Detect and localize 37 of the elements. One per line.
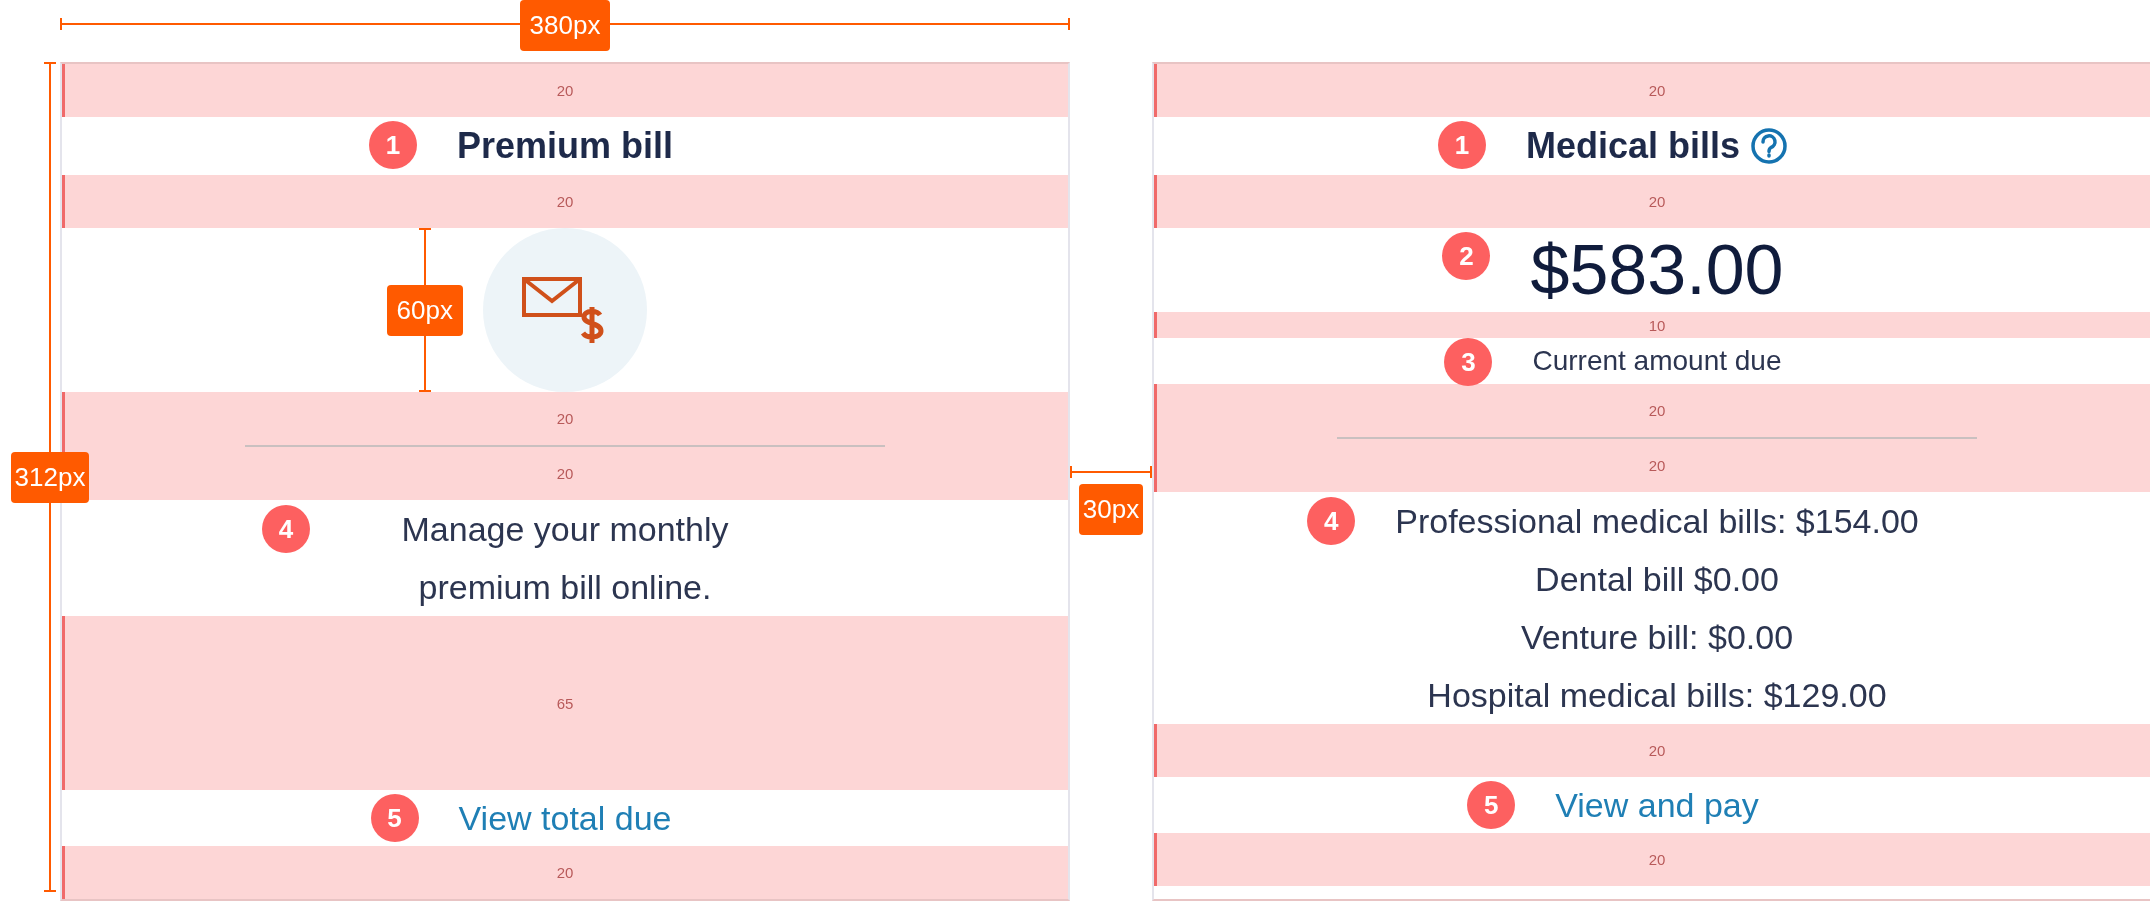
amount-caption: Current amount due — [1532, 344, 1782, 378]
number-badge: 1 — [1437, 121, 1486, 169]
card-text: Manage your monthly premium bill online. — [400, 509, 730, 608]
amount-due: $583.00 — [1530, 230, 1784, 311]
card-text: Hospital medical bills: $129.00 — [1427, 675, 1887, 716]
card-title: Medical bills — [1525, 125, 1741, 167]
spacing-value: 20 — [556, 82, 574, 99]
spacing-value: 20 — [1648, 742, 1666, 759]
spacing-value: 20 — [556, 864, 574, 881]
dimension-label: 60px — [386, 284, 463, 336]
spacing-value: 20 — [556, 465, 574, 482]
spacing-value: 65 — [556, 694, 574, 712]
card-title: Premium bill — [456, 125, 674, 167]
number-badge: 1 — [368, 121, 417, 169]
dimension-label: 312px — [10, 451, 90, 503]
card-link[interactable]: View total due — [458, 790, 672, 846]
spacing-value: 20 — [1648, 457, 1666, 474]
spacing-value: 20 — [556, 410, 574, 427]
dimension-label: 30px — [1078, 484, 1144, 535]
card-link[interactable]: View and pay — [1555, 777, 1759, 833]
spacing-value: 20 — [1648, 851, 1666, 868]
spacing-value: 20 — [1648, 402, 1666, 419]
card-text: Venture bill: $0.00 — [1520, 617, 1794, 658]
card-text: Dental bill $0.00 — [1535, 559, 1779, 600]
dimension-label: 380px — [519, 0, 611, 51]
number-badge: 2 — [1442, 232, 1491, 280]
spacing-value: 20 — [1648, 82, 1666, 99]
number-badge: 5 — [1467, 781, 1516, 829]
number-badge: 5 — [370, 794, 419, 842]
number-badge: 3 — [1444, 338, 1493, 386]
number-badge: 4 — [1307, 497, 1356, 545]
spacing-value: 10 — [1648, 316, 1666, 334]
card-text: Professional medical bills: $154.00 — [1395, 501, 1919, 542]
help-icon[interactable] — [1750, 127, 1789, 165]
spacing-value: 20 — [556, 193, 574, 210]
number-badge: 4 — [262, 505, 310, 553]
spacing-value: 20 — [1648, 193, 1666, 210]
